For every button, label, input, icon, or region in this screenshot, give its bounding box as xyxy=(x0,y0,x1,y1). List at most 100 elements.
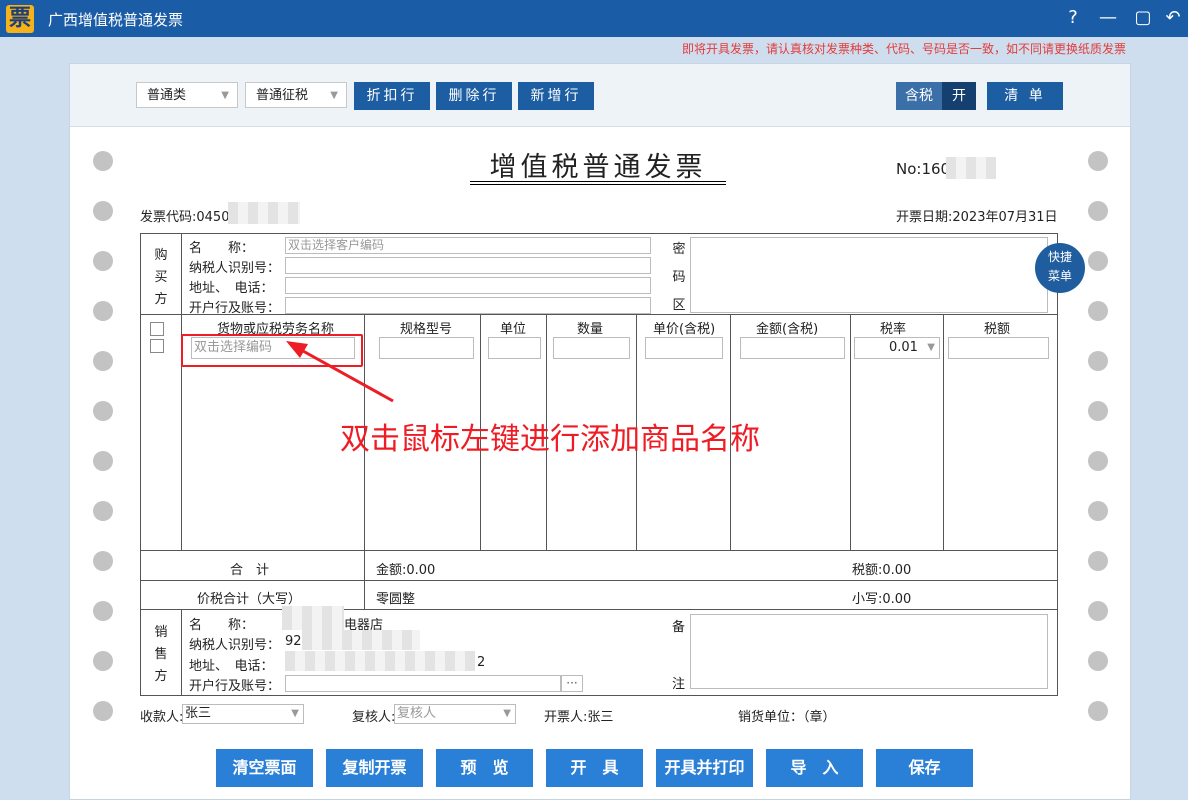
invoice-code: 发票代码:0450 xyxy=(140,210,230,225)
perforation-hole xyxy=(93,451,113,471)
seller-taxid-label: 纳税人识别号： xyxy=(189,638,281,653)
masked-code xyxy=(228,202,300,224)
buyer-label-char: 购 xyxy=(154,248,168,263)
divider xyxy=(850,315,851,551)
import-button[interactable]: 导 入 xyxy=(766,749,863,787)
buyer-side-label: 购 买 方 xyxy=(154,245,168,311)
minimize-icon[interactable]: — xyxy=(1096,6,1120,30)
divider xyxy=(181,233,182,315)
select-all-checkbox[interactable] xyxy=(150,322,164,336)
reviewer-select[interactable]: 复核人 ▼ xyxy=(394,704,516,724)
help-icon[interactable]: ? xyxy=(1061,6,1085,30)
back-icon[interactable]: ↶ xyxy=(1161,6,1185,30)
clear-form-button[interactable]: 清空票面 xyxy=(216,749,313,787)
perforation-hole xyxy=(93,651,113,671)
perforation-hole xyxy=(1088,301,1108,321)
divider xyxy=(943,315,944,551)
seller-bank-input[interactable] xyxy=(285,675,561,692)
buyer-label-char: 买 xyxy=(154,270,168,285)
buyer-bank-input[interactable] xyxy=(285,297,651,314)
tax-included-toggle[interactable]: 开 xyxy=(942,82,976,110)
perforation-hole xyxy=(1088,401,1108,421)
tax-type-select[interactable]: 普通征税 ▼ xyxy=(245,82,347,108)
remark-input[interactable] xyxy=(690,614,1048,689)
perforation-hole xyxy=(1088,701,1108,721)
column-header: 税率 xyxy=(880,322,907,337)
perforation-hole xyxy=(93,301,113,321)
grand-total-label: 价税合计（大写） xyxy=(197,592,302,607)
seller-address-label: 地址、 电话： xyxy=(189,659,274,674)
perforation-hole xyxy=(93,151,113,171)
perforation-hole xyxy=(1088,551,1108,571)
buyer-taxid-input[interactable] xyxy=(285,257,651,274)
quick-menu-button[interactable]: 快捷 菜单 xyxy=(1035,243,1085,293)
column-header: 数量 xyxy=(577,322,604,337)
perforation-hole xyxy=(1088,351,1108,371)
item-price-input[interactable] xyxy=(645,337,723,359)
chevron-down-icon: ▼ xyxy=(330,90,338,101)
list-button[interactable]: 清 单 xyxy=(987,82,1063,110)
discount-line-button[interactable]: 折扣行 xyxy=(354,82,430,110)
masked-seller-address xyxy=(285,651,475,671)
seller-label-char: 方 xyxy=(154,669,168,684)
issue-and-print-button[interactable]: 开具并打印 xyxy=(656,749,753,787)
tax-included-label: 含税 xyxy=(896,82,942,110)
seller-name-label: 名 称： xyxy=(189,618,255,633)
buyer-taxid-label: 纳税人识别号： xyxy=(189,261,281,276)
title-bar: 票 广西增值税普通发票 ? — ▢ ↶ xyxy=(0,0,1188,37)
total-amount: 金额:0.00 xyxy=(376,563,436,578)
row-checkbox[interactable] xyxy=(150,339,164,353)
perforation-hole xyxy=(93,201,113,221)
app-title: 广西增值税普通发票 xyxy=(48,11,184,29)
seller-bank-label: 开户行及账号： xyxy=(189,679,281,694)
buyer-name-input[interactable]: 双击选择客户编码 xyxy=(285,237,651,254)
quick-menu-text: 快捷 xyxy=(1047,250,1072,264)
add-line-button[interactable]: 新增行 xyxy=(518,82,594,110)
divider xyxy=(140,580,1057,581)
issue-button[interactable]: 开 具 xyxy=(546,749,643,787)
item-amount-input[interactable] xyxy=(740,337,845,359)
tax-rate-value: 0.01 xyxy=(889,340,918,355)
invoice-type-value: 普通类 xyxy=(147,88,187,103)
reviewer-label: 复核人: xyxy=(352,710,396,725)
perforation-hole xyxy=(1088,151,1108,171)
column-header: 规格型号 xyxy=(400,322,453,337)
payee-select[interactable]: 张三 ▼ xyxy=(182,704,304,724)
password-area-label: 密 码 区 xyxy=(672,236,686,320)
password-label-char: 区 xyxy=(672,298,686,313)
toolbar: 普通类 ▼ 普通征税 ▼ 折扣行 删除行 新增行 含税 开 清 单 xyxy=(70,64,1130,127)
preview-button[interactable]: 预 览 xyxy=(436,749,533,787)
seller-side-label: 销 售 方 xyxy=(154,622,168,688)
item-unit-input[interactable] xyxy=(488,337,541,359)
masked-seller-taxid xyxy=(302,630,420,650)
buyer-bank-label: 开户行及账号： xyxy=(189,301,281,316)
column-header: 金额(含税) xyxy=(756,322,819,337)
perforation-hole xyxy=(1088,451,1108,471)
chevron-down-icon: ▼ xyxy=(291,708,299,719)
maximize-icon[interactable]: ▢ xyxy=(1131,6,1155,30)
seller-bank-more-button[interactable]: ··· xyxy=(561,675,583,692)
reviewer-placeholder: 复核人 xyxy=(397,706,437,721)
seller-label-char: 售 xyxy=(154,647,168,662)
seller-address-value: 2 xyxy=(477,655,486,670)
buyer-address-label: 地址、 电话： xyxy=(189,281,274,296)
perforation-hole xyxy=(93,501,113,521)
drawer-label: 开票人:张三 xyxy=(544,710,614,725)
perforation-hole xyxy=(93,251,113,271)
column-header: 税额 xyxy=(984,322,1011,337)
perforation-hole xyxy=(1088,251,1108,271)
grand-total-lower: 小写:0.00 xyxy=(852,592,912,607)
save-button[interactable]: 保存 xyxy=(876,749,973,787)
item-quantity-input[interactable] xyxy=(553,337,630,359)
buyer-address-input[interactable] xyxy=(285,277,651,294)
perforation-hole xyxy=(93,601,113,621)
perforation-hole xyxy=(1088,501,1108,521)
delete-line-button[interactable]: 删除行 xyxy=(436,82,512,110)
item-tax-input[interactable] xyxy=(948,337,1049,359)
divider xyxy=(140,609,1057,610)
tax-rate-select[interactable]: 0.01 ▼ xyxy=(854,337,940,359)
copy-invoice-button[interactable]: 复制开票 xyxy=(326,749,423,787)
chevron-down-icon: ▼ xyxy=(503,708,511,719)
perforation-hole xyxy=(93,401,113,421)
invoice-type-select[interactable]: 普通类 ▼ xyxy=(136,82,238,108)
